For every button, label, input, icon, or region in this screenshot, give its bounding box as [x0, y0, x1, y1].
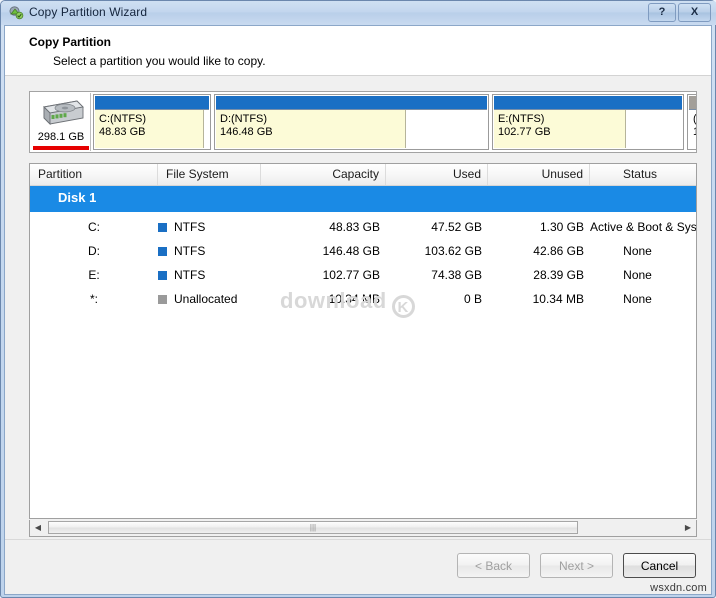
partition-map-size: 146.48 GB: [220, 126, 273, 138]
close-button[interactable]: X: [678, 3, 711, 22]
partition-map-name: D:(NTFS): [220, 113, 268, 125]
disk-group-row[interactable]: Disk 1: [30, 186, 696, 212]
scroll-left-arrow-icon[interactable]: ◀: [30, 520, 46, 535]
column-header-unused[interactable]: Unused: [488, 164, 590, 185]
wizard-footer: < Back Next > Cancel wsxdn.com: [5, 539, 711, 594]
table-row[interactable]: D: NTFS 146.48 GB 103.62 GB 42.86 GB Non…: [30, 239, 696, 263]
disk-map-partition-e[interactable]: E:(NTFS) 102.77 GB: [492, 94, 684, 150]
wizard-body: 298.1 GB C:(NTFS) 48.83 GB D:(NTFS) 146.…: [5, 77, 711, 554]
caption-buttons: ? X: [648, 3, 711, 22]
partition-map-size: 102.77 GB: [498, 126, 551, 138]
cell-unused: 1.30 GB: [539, 220, 584, 234]
disk-group-label: Disk 1: [58, 190, 97, 205]
cell-status: None: [623, 268, 652, 282]
cell-partition: D:: [88, 244, 100, 258]
cell-capacity: 48.83 GB: [329, 220, 380, 234]
application-window: Copy Partition Wizard ? X Copy Partition…: [0, 0, 716, 598]
cell-file-system: NTFS: [158, 215, 261, 239]
partition-color-bar: [95, 96, 209, 110]
partition-fill: E:(NTFS) 102.77 GB: [494, 110, 682, 148]
cell-used: 103.62 GB: [424, 244, 482, 258]
scroll-right-arrow-icon[interactable]: ▶: [680, 520, 696, 535]
cell-capacity: 102.77 GB: [322, 268, 380, 282]
partition-map-size: 10.: [693, 126, 696, 139]
disk-map[interactable]: 298.1 GB C:(NTFS) 48.83 GB D:(NTFS) 146.…: [29, 91, 697, 153]
cell-capacity: 146.48 GB: [322, 244, 380, 258]
partition-map-label: C:(NTFS) 48.83 GB: [99, 113, 146, 139]
column-header-used[interactable]: Used: [386, 164, 488, 185]
table-row[interactable]: *: Unallocated 10.34 MB 0 B 10.34 MB Non…: [30, 287, 696, 311]
cell-file-system: NTFS: [158, 239, 261, 263]
disk-map-partition-d[interactable]: D:(NTFS) 146.48 GB: [214, 94, 489, 150]
partition-color-bar: [494, 96, 682, 110]
title-bar[interactable]: Copy Partition Wizard ? X: [1, 1, 716, 25]
partition-map-name: E:(NTFS): [498, 113, 545, 125]
column-header-capacity[interactable]: Capacity: [261, 164, 386, 185]
wizard-icon: [8, 5, 24, 21]
disk-total-size: 298.1 GB: [37, 131, 85, 143]
page-subtitle: Select a partition you would like to cop…: [53, 54, 266, 68]
disk-header[interactable]: 298.1 GB: [31, 93, 91, 151]
cell-file-system-label: NTFS: [174, 220, 206, 234]
cell-file-system: Unallocated: [158, 287, 261, 311]
cell-unused: 28.39 GB: [533, 268, 584, 282]
partition-map-label: (Un 10.: [693, 113, 697, 139]
wizard-header: Copy Partition Select a partition you wo…: [5, 26, 711, 76]
scrollbar-grip-icon: |||: [309, 523, 317, 532]
window-title: Copy Partition Wizard: [29, 5, 148, 19]
hard-disk-icon: [37, 98, 85, 130]
back-button[interactable]: < Back: [457, 553, 530, 578]
page-title: Copy Partition: [29, 35, 112, 49]
partition-color-bar: [216, 96, 487, 110]
table-row[interactable]: E: NTFS 102.77 GB 74.38 GB 28.39 GB None: [30, 263, 696, 287]
help-button[interactable]: ?: [648, 3, 676, 22]
partition-map-name: (Un: [693, 113, 697, 125]
cell-capacity: 10.34 MB: [328, 292, 380, 306]
partition-fill: D:(NTFS) 146.48 GB: [216, 110, 487, 148]
disk-map-partition-c[interactable]: C:(NTFS) 48.83 GB: [93, 94, 211, 150]
disk-usage-bar: [33, 146, 89, 150]
partition-map-label: D:(NTFS) 146.48 GB: [220, 113, 273, 139]
filesystem-color-icon: [158, 247, 167, 256]
cell-used: 74.38 GB: [431, 268, 482, 282]
cell-partition: *:: [89, 292, 98, 306]
cell-status: Active & Boot & System: [590, 220, 697, 234]
cell-partition: C:: [88, 220, 100, 234]
cell-unused: 10.34 MB: [532, 292, 584, 306]
partition-map-name: C:(NTFS): [99, 113, 147, 125]
table-header-row: Partition File System Capacity Used Unus…: [30, 164, 696, 186]
table-row[interactable]: C: NTFS 48.83 GB 47.52 GB 1.30 GB Active…: [30, 215, 696, 239]
cell-file-system-label: NTFS: [174, 244, 206, 258]
cell-status: None: [623, 244, 652, 258]
partition-map-label: E:(NTFS) 102.77 GB: [498, 113, 551, 139]
cell-unused: 42.86 GB: [533, 244, 584, 258]
disk-map-partition-unallocated[interactable]: (Un 10.: [687, 94, 697, 150]
column-header-file-system[interactable]: File System: [158, 164, 261, 185]
window-frame: Copy Partition Wizard ? X Copy Partition…: [0, 0, 716, 598]
scrollbar-thumb[interactable]: |||: [48, 521, 578, 534]
column-header-partition[interactable]: Partition: [30, 164, 158, 185]
partition-table[interactable]: Partition File System Capacity Used Unus…: [29, 163, 697, 519]
cell-partition: E:: [88, 268, 100, 282]
cell-file-system-label: NTFS: [174, 268, 206, 282]
cell-status: None: [623, 292, 652, 306]
partition-color-bar: [689, 96, 696, 110]
partition-fill: (Un 10.: [689, 110, 697, 148]
cancel-button[interactable]: Cancel: [623, 553, 696, 578]
cell-file-system: NTFS: [158, 263, 261, 287]
partition-map-size: 48.83 GB: [99, 126, 146, 138]
cell-used: 47.52 GB: [431, 220, 482, 234]
cell-file-system-label: Unallocated: [174, 292, 238, 306]
cell-used: 0 B: [463, 292, 482, 306]
partition-fill: C:(NTFS) 48.83 GB: [95, 110, 209, 148]
horizontal-scrollbar[interactable]: ◀ ||| ▶: [29, 520, 697, 537]
filesystem-color-icon: [158, 295, 167, 304]
filesystem-color-icon: [158, 223, 167, 232]
filesystem-color-icon: [158, 271, 167, 280]
column-header-status[interactable]: Status: [590, 164, 696, 185]
next-button[interactable]: Next >: [540, 553, 613, 578]
site-watermark: wsxdn.com: [650, 582, 707, 594]
